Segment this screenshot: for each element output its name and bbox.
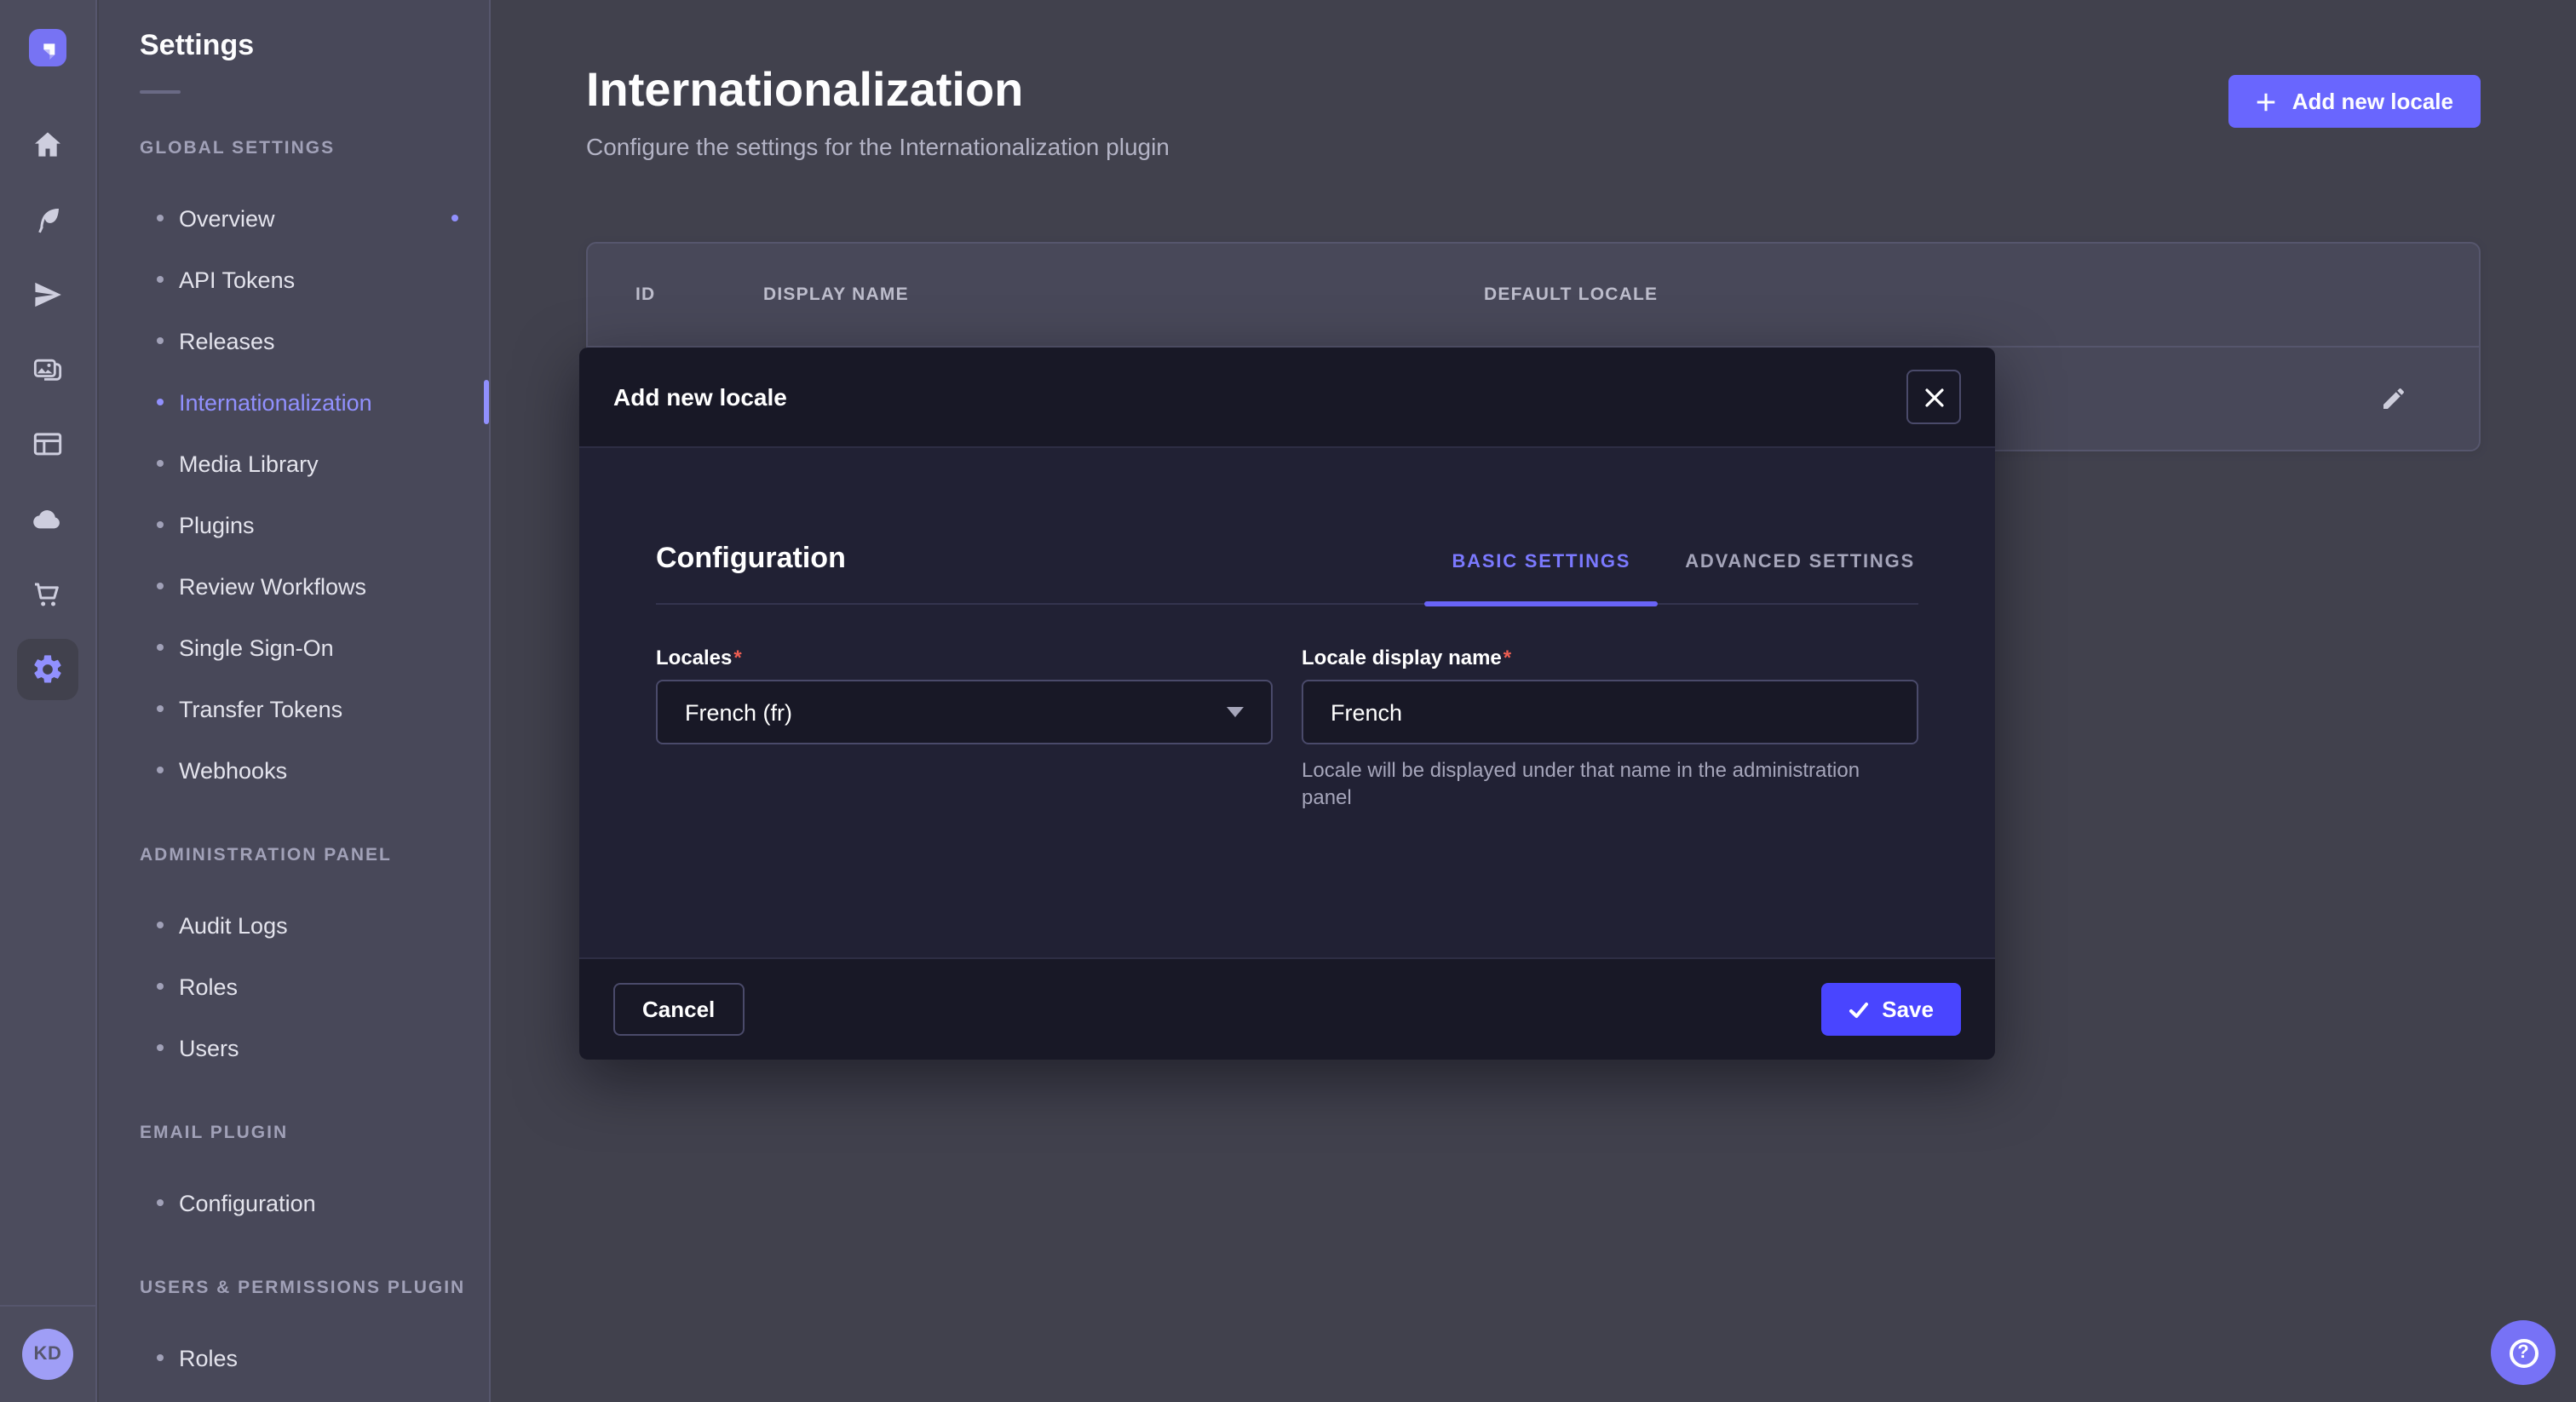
required-asterisk: *	[733, 646, 741, 669]
locales-select[interactable]: French (fr)	[656, 680, 1273, 744]
close-modal-button[interactable]	[1906, 370, 1961, 424]
required-asterisk: *	[1504, 646, 1511, 669]
locales-label: Locales*	[656, 646, 1273, 669]
display-name-label: Locale display name*	[1302, 646, 1918, 669]
tab-basic-settings[interactable]: BASIC SETTINGS	[1448, 552, 1634, 603]
modal-title: Add new locale	[613, 383, 787, 411]
modal-footer: Cancel Save	[579, 957, 1995, 1060]
locale-form-fields: Locales* French (fr) Locale display name…	[656, 646, 1918, 811]
display-name-field: Locale display name* Locale will be disp…	[1302, 646, 1918, 811]
chevron-down-icon	[1227, 707, 1244, 717]
save-button[interactable]: Save	[1820, 983, 1961, 1036]
configuration-section-header: Configuration BASIC SETTINGS ADVANCED SE…	[656, 448, 1918, 605]
modal-body: Configuration BASIC SETTINGS ADVANCED SE…	[579, 448, 1995, 957]
locales-field: Locales* French (fr)	[656, 646, 1273, 811]
close-icon	[1924, 388, 1943, 406]
strapi-admin-app: KD Settings GLOBAL SETTINGS Overview API…	[0, 0, 2576, 1402]
tab-advanced-settings[interactable]: ADVANCED SETTINGS	[1682, 552, 1918, 603]
locales-select-value: French (fr)	[685, 699, 792, 725]
add-locale-modal: Add new locale Configuration BASIC SETTI…	[579, 348, 1995, 1060]
display-name-input[interactable]	[1302, 680, 1918, 744]
cancel-button[interactable]: Cancel	[613, 983, 744, 1036]
display-name-hint: Locale will be displayed under that name…	[1302, 756, 1901, 811]
settings-tabs: BASIC SETTINGS ADVANCED SETTINGS	[1448, 552, 1918, 603]
modal-header: Add new locale	[579, 348, 1995, 448]
check-icon	[1848, 999, 1868, 1020]
save-label: Save	[1882, 997, 1934, 1022]
configuration-title: Configuration	[656, 542, 846, 603]
